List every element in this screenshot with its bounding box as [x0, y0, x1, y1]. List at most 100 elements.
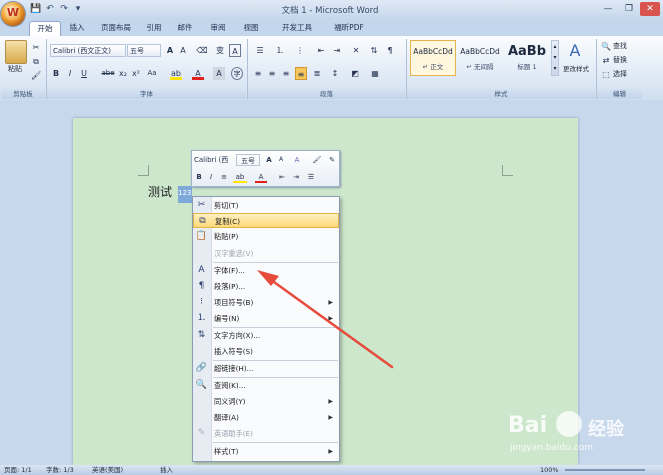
mini-italic-button[interactable]: I	[206, 171, 216, 183]
tab-developer[interactable]: 开发工具	[275, 21, 319, 35]
change-styles-label[interactable]: 更改样式	[558, 63, 594, 73]
highlight-icon[interactable]: ab	[170, 67, 182, 80]
style-normal[interactable]: AaBbCcDd ↵ 正文	[410, 40, 456, 76]
decrease-indent-icon[interactable]: ⇤	[314, 44, 328, 57]
mini-center-button[interactable]: ≡	[218, 171, 230, 183]
select-icon[interactable]: ⬚	[600, 68, 612, 81]
menu-item-synonyms[interactable]: 同义词(Y) ▶	[193, 394, 339, 409]
tab-page-layout[interactable]: 页面布局	[96, 21, 136, 35]
mini-font-color-button[interactable]: A	[255, 171, 267, 183]
shrink-font-icon[interactable]: A	[177, 44, 189, 57]
redo-icon[interactable]: ↷	[58, 3, 70, 15]
selected-text[interactable]: 123	[178, 186, 192, 203]
line-spacing-icon[interactable]: ↕	[328, 67, 342, 80]
save-icon[interactable]: 💾	[30, 3, 42, 15]
tab-home[interactable]: 开始	[29, 21, 61, 37]
menu-item-lookup[interactable]: 🔍 查阅(K)...	[193, 378, 339, 393]
font-color-button[interactable]: A	[192, 67, 204, 80]
font-name-select[interactable]: Calibri (西文正文)	[50, 44, 126, 57]
menu-item-text-direction[interactable]: ⇅ 文字方向(X)...	[193, 328, 339, 343]
bullets-icon[interactable]: ☰	[252, 44, 268, 57]
find-icon[interactable]: 🔍	[600, 40, 612, 53]
subscript-button[interactable]: x₂	[117, 67, 129, 80]
menu-item-numbering[interactable]: ⒈ 编号(N) ▶	[193, 311, 339, 326]
paste-icon[interactable]	[5, 40, 27, 64]
change-case-button[interactable]: Aa	[145, 67, 159, 80]
numbering-icon[interactable]: ⒈	[272, 44, 288, 57]
tab-review[interactable]: 审阅	[205, 21, 231, 35]
office-button[interactable]: W	[1, 2, 25, 26]
strikethrough-button[interactable]: abe	[101, 67, 115, 80]
shading-icon[interactable]: ◩	[348, 67, 362, 80]
borders-icon[interactable]: ▦	[368, 67, 382, 80]
tab-references[interactable]: 引用	[141, 21, 167, 35]
tab-foxit-pdf[interactable]: 福昕PDF	[329, 21, 369, 35]
mini-increase-indent-button[interactable]: ⇥	[290, 171, 302, 183]
document-text[interactable]: 测试	[148, 183, 172, 200]
align-right-icon[interactable]: ≡	[280, 67, 292, 80]
mini-size-select[interactable]: 五号	[236, 154, 260, 166]
tab-insert[interactable]: 插入	[64, 21, 90, 35]
chinese-layout-icon[interactable]: ✕	[349, 44, 363, 57]
bold-button[interactable]: B	[50, 67, 62, 80]
show-marks-icon[interactable]: ¶	[384, 44, 396, 57]
replace-button[interactable]: 替换	[613, 55, 627, 65]
font-size-select[interactable]: 五号	[127, 44, 161, 57]
grow-font-icon[interactable]: A	[164, 44, 176, 57]
select-button[interactable]: 选择	[613, 69, 627, 79]
mini-format-painter-icon[interactable]: 🖌	[311, 154, 323, 166]
status-insert-mode[interactable]: 插入	[160, 465, 173, 475]
align-center-icon[interactable]: ≡	[266, 67, 278, 80]
menu-item-paste[interactable]: 📋 粘贴(P)	[193, 229, 339, 244]
mini-bold-button[interactable]: B	[194, 171, 204, 183]
format-painter-icon[interactable]: 🖌	[31, 69, 41, 82]
mini-paint-icon[interactable]: ✎	[326, 154, 338, 166]
cut-icon[interactable]: ✂	[31, 41, 41, 54]
distributed-icon[interactable]: ≣	[311, 67, 323, 80]
status-language[interactable]: 英语(美国)	[92, 465, 123, 475]
mini-decrease-indent-button[interactable]: ⇤	[276, 171, 288, 183]
minimize-button[interactable]: —	[598, 2, 618, 16]
align-left-icon[interactable]: ≡	[252, 67, 264, 80]
close-button[interactable]: ✕	[640, 2, 660, 16]
menu-item-bullets[interactable]: ⁝ 项目符号(B) ▶	[193, 295, 339, 310]
tab-view[interactable]: 视图	[238, 21, 264, 35]
mini-font-select[interactable]: Calibri (西	[194, 154, 234, 166]
sort-icon[interactable]: ⇅	[368, 44, 380, 57]
status-page[interactable]: 页面: 1/1	[4, 465, 32, 475]
find-button[interactable]: 查找	[613, 41, 627, 51]
tab-mailings[interactable]: 邮件	[172, 21, 198, 35]
copy-icon[interactable]: ⧉	[31, 55, 41, 68]
mini-highlight-button[interactable]: ab	[233, 171, 247, 183]
menu-item-cut[interactable]: ✂ 剪切(T)	[193, 198, 339, 213]
mini-list-button[interactable]: ☰	[305, 171, 317, 183]
increase-indent-icon[interactable]: ⇥	[330, 44, 344, 57]
mini-style-icon[interactable]: A	[291, 154, 303, 166]
undo-icon[interactable]: ↶	[44, 3, 56, 15]
change-styles-icon[interactable]: A	[564, 40, 586, 62]
mini-shrink-font-button[interactable]: A	[276, 154, 286, 166]
style-no-spacing[interactable]: AaBbCcDd ↵ 无间隔	[457, 40, 503, 76]
menu-item-font[interactable]: A 字体(F)...	[193, 263, 339, 278]
zoom-slider[interactable]	[565, 469, 645, 471]
char-shading-icon[interactable]: A	[213, 67, 225, 80]
menu-item-hyperlink[interactable]: 🔗 超链接(H)...	[193, 361, 339, 376]
qat-customize-icon[interactable]: ▾	[72, 3, 84, 15]
menu-item-styles[interactable]: 样式(T) ▶	[193, 444, 339, 459]
menu-item-copy[interactable]: ⧉ 复制(C)	[193, 213, 339, 228]
char-border-icon[interactable]: A	[229, 44, 241, 57]
pinyin-icon[interactable]: 变	[214, 44, 226, 57]
paste-label[interactable]: 粘贴	[4, 64, 26, 74]
menu-item-insert-symbol[interactable]: 插入符号(S)	[193, 344, 339, 359]
underline-button[interactable]: U	[78, 67, 90, 80]
superscript-button[interactable]: x²	[130, 67, 142, 80]
menu-item-translate[interactable]: 翻译(A) ▶	[193, 410, 339, 425]
zoom-level[interactable]: 100%	[540, 465, 559, 475]
justify-icon[interactable]: ≡	[295, 67, 307, 80]
replace-icon[interactable]: ⇄	[600, 54, 612, 67]
restore-button[interactable]: ❐	[619, 2, 639, 16]
clear-format-icon[interactable]: ⌫	[196, 44, 208, 57]
status-words[interactable]: 字数: 1/3	[46, 465, 74, 475]
italic-button[interactable]: I	[64, 67, 76, 80]
menu-item-paragraph[interactable]: ¶ 段落(P)...	[193, 279, 339, 294]
